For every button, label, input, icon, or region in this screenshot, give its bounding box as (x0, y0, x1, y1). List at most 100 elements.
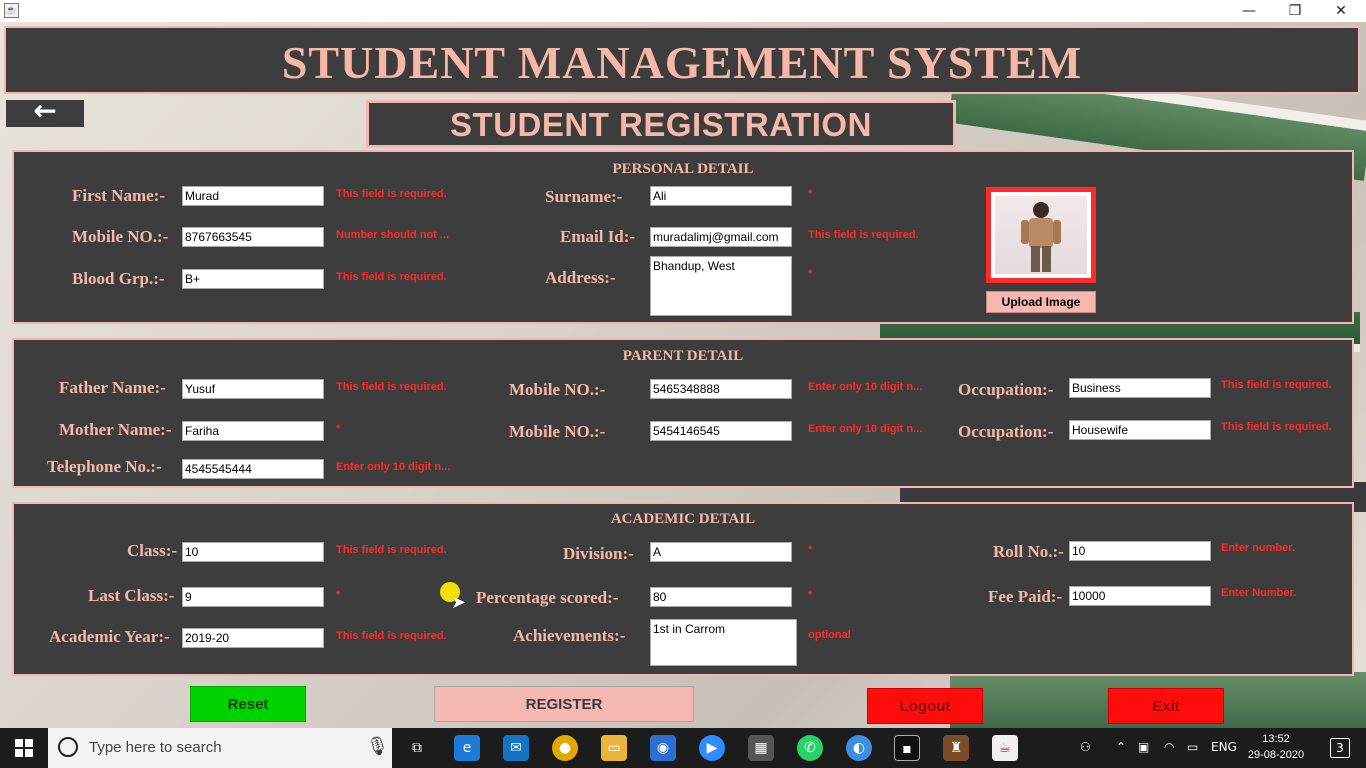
meet-now-icon[interactable]: ▣ (1138, 740, 1149, 754)
mother-mobile-field[interactable]: 5454146545 (650, 421, 792, 441)
section-title: PARENT DETAIL (622, 348, 744, 364)
achievements-label: Achievements:- (513, 626, 626, 645)
mail-icon[interactable]: ✉ (503, 735, 529, 761)
maximize-button[interactable]: ❐ (1272, 0, 1318, 22)
task-view-icon[interactable]: ⧉ (404, 735, 430, 761)
notification-count: 3 (1336, 741, 1344, 755)
first-name-label: First Name:- (72, 186, 165, 205)
chrome-icon[interactable]: ● (552, 735, 578, 761)
academic-year-field[interactable]: 2019-20 (182, 628, 324, 648)
blood-group-error: This field is required. (336, 271, 447, 283)
language-indicator[interactable]: ENG (1211, 740, 1237, 754)
mobile-label: Mobile NO.:- (72, 227, 169, 246)
address-textarea[interactable]: Bhandup, West (650, 256, 792, 316)
game-app-icon[interactable]: ♜ (943, 735, 969, 761)
wifi-icon[interactable]: ◠ (1164, 740, 1174, 754)
parent-detail-panel: PARENT DETAIL Father Name:- Yusuf This f… (12, 338, 1354, 488)
exit-button[interactable]: Exit (1108, 688, 1224, 724)
browser-icon[interactable]: ◐ (846, 735, 872, 761)
microphone-icon[interactable]: 🎙 (366, 736, 389, 757)
app-window: STUDENT MANAGEMENT SYSTEM ← STUDENT REGI… (0, 22, 1366, 728)
mother-name-label: Mother Name:- (59, 420, 172, 439)
percentage-label: Percentage scored:- (476, 588, 619, 607)
father-name-field[interactable]: Yusuf (182, 379, 324, 399)
whatsapp-icon[interactable]: ✆ (797, 735, 823, 761)
address-error: * (808, 268, 813, 280)
first-name-error: This field is required. (336, 188, 447, 200)
taskbar-search[interactable]: Type here to search 🎙 (48, 728, 392, 768)
class-field[interactable]: 10 (182, 542, 324, 562)
battery-icon[interactable]: ▭ (1187, 740, 1198, 754)
father-occupation-error: This field is required. (1221, 379, 1332, 391)
back-arrow-button[interactable]: ← (6, 97, 84, 127)
academic-year-label: Academic Year:- (49, 627, 170, 646)
father-mobile-field[interactable]: 5465348888 (650, 379, 792, 399)
mother-occupation-field[interactable]: Housewife (1069, 420, 1211, 440)
roll-number-error: Enter number. (1221, 542, 1295, 554)
register-button[interactable]: REGISTER (434, 686, 694, 722)
division-label: Division:- (563, 544, 634, 563)
edge-icon[interactable]: e (454, 735, 480, 761)
upload-image-button[interactable]: Upload Image (986, 291, 1096, 313)
windows-start-icon[interactable] (0, 728, 48, 768)
search-placeholder: Type here to search (89, 739, 222, 756)
achievements-hint: optional (808, 629, 851, 641)
student-photo (986, 187, 1096, 283)
java-taskbar-icon[interactable]: ☕ (992, 735, 1018, 761)
academic-detail-panel: ACADEMIC DETAIL Class:- 10 This field is… (12, 502, 1354, 676)
division-error: * (808, 544, 813, 556)
fee-paid-error: Enter Number. (1221, 587, 1297, 599)
last-class-field[interactable]: 9 (182, 587, 324, 607)
last-class-error: * (336, 589, 341, 601)
logout-button[interactable]: Logout (867, 688, 983, 724)
last-class-label: Last Class:- (88, 586, 175, 605)
email-field[interactable]: muradalimj@gmail.com (650, 227, 792, 247)
clock[interactable]: 13:52 29-08-2020 (1246, 731, 1306, 763)
java-app-icon: ☕ (4, 3, 19, 18)
mobile-field[interactable]: 8767663545 (182, 227, 324, 247)
father-name-error: This field is required. (336, 381, 447, 393)
surname-field[interactable]: Ali (650, 186, 792, 206)
photo-image (995, 196, 1087, 274)
roll-number-field[interactable]: 10 (1069, 541, 1211, 561)
notifications-icon[interactable]: 3 (1330, 738, 1350, 758)
achievements-textarea[interactable]: 1st in Carrom (650, 619, 797, 666)
terminal-icon[interactable]: ▪ (894, 735, 920, 761)
chevron-up-icon[interactable]: ⌃ (1116, 740, 1126, 754)
percentage-field[interactable]: 80 (650, 587, 792, 607)
father-mobile-label: Mobile NO.:- (509, 380, 606, 399)
page-title: STUDENT REGISTRATION (450, 106, 872, 143)
file-explorer-icon[interactable]: ▭ (601, 735, 627, 761)
camera-app-icon[interactable]: ◉ (650, 735, 676, 761)
surname-label: Surname:- (545, 187, 623, 206)
search-icon (58, 737, 78, 757)
father-occupation-field[interactable]: Business (1069, 378, 1211, 398)
email-error: This field is required. (808, 229, 919, 241)
telephone-label: Telephone No.:- (47, 457, 162, 476)
division-field[interactable]: A (650, 542, 792, 562)
fee-paid-label: Fee Paid:- (988, 587, 1063, 606)
first-name-field[interactable]: Murad (182, 186, 324, 206)
people-icon[interactable]: ⚇ (1080, 740, 1091, 754)
fee-paid-field[interactable]: 10000 (1069, 586, 1211, 606)
percentage-error: * (808, 589, 813, 601)
app-title: STUDENT MANAGEMENT SYSTEM (281, 37, 1083, 88)
close-button[interactable]: ✕ (1318, 0, 1364, 22)
clock-time: 13:52 (1262, 733, 1290, 745)
email-label: Email Id:- (560, 227, 636, 246)
blood-group-label: Blood Grp.:- (72, 269, 165, 288)
mother-name-field[interactable]: Fariha (182, 421, 324, 441)
telephone-field[interactable]: 4545545444 (182, 459, 324, 479)
reset-button[interactable]: Reset (190, 686, 306, 722)
store-icon[interactable]: ▦ (748, 735, 774, 761)
mouse-cursor-icon: ➤ (451, 592, 467, 613)
section-title: PERSONAL DETAIL (612, 161, 754, 177)
father-name-label: Father Name:- (59, 378, 166, 397)
surname-error: * (808, 188, 813, 200)
address-label: Address:- (545, 268, 616, 287)
class-error: This field is required. (336, 544, 447, 556)
minimize-button[interactable]: — (1226, 0, 1272, 22)
zoom-icon[interactable]: ▶ (699, 735, 725, 761)
roll-number-label: Roll No.:- (993, 542, 1064, 561)
blood-group-field[interactable]: B+ (182, 269, 324, 289)
